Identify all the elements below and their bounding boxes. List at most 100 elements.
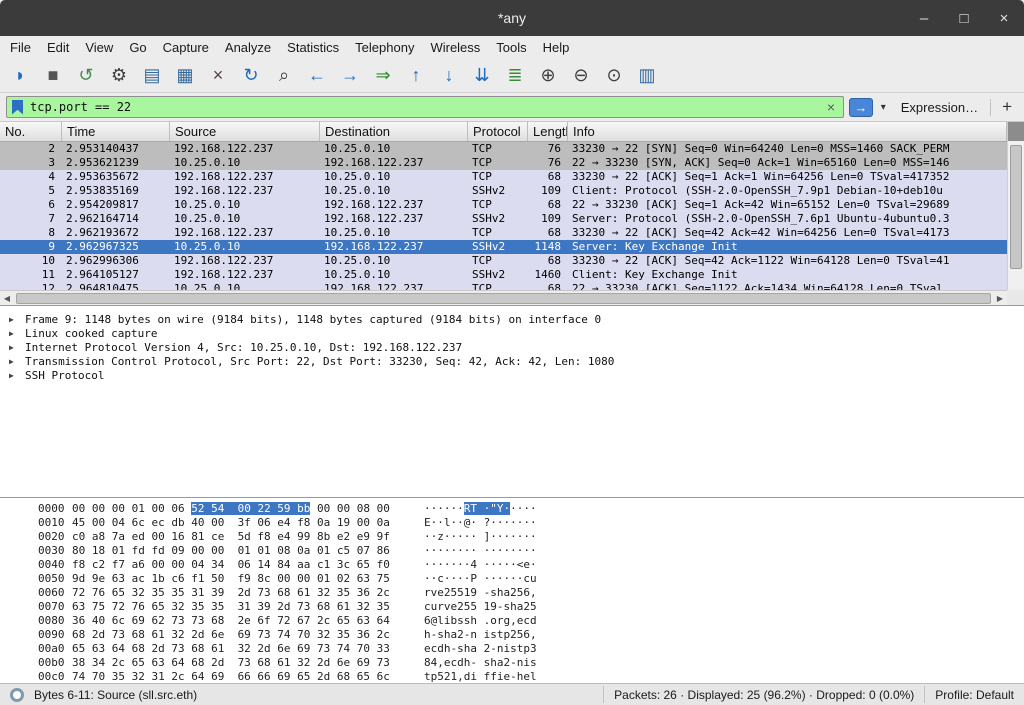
cell-length: 68	[528, 282, 568, 290]
expander-icon[interactable]: ▶	[9, 329, 19, 338]
hex-row[interactable]: 00509d 9e 63 ac 1b c6 f1 50 f9 8c 00 00 …	[0, 572, 1024, 586]
detail-row[interactable]: ▶Transmission Control Protocol, Src Port…	[0, 354, 1024, 368]
vertical-scrollbar-thumb[interactable]	[1010, 145, 1022, 269]
zoom-out-icon[interactable]: ⊖	[569, 63, 593, 87]
stop-capture-icon[interactable]: ■	[41, 63, 65, 87]
save-capture-file-icon[interactable]: ▦	[173, 63, 197, 87]
hex-row[interactable]: 007063 75 72 76 65 32 35 35 31 39 2d 73 …	[0, 600, 1024, 614]
menu-help[interactable]: Help	[535, 38, 578, 57]
packet-row[interactable]: 102.962996306192.168.122.23710.25.0.10TC…	[0, 254, 1007, 268]
column-header-source[interactable]: Source	[170, 122, 320, 141]
cell-time: 2.964105127	[62, 268, 170, 282]
menu-analyze[interactable]: Analyze	[217, 38, 279, 57]
hex-row[interactable]: 000000 00 00 01 00 06 52 54 00 22 59 bb …	[0, 502, 1024, 516]
close-capture-file-icon[interactable]: ×	[206, 63, 230, 87]
hex-row[interactable]: 003080 18 01 fd fd 09 00 00 01 01 08 0a …	[0, 544, 1024, 558]
column-header-length[interactable]: Length	[528, 122, 568, 141]
expert-info-icon[interactable]	[10, 688, 24, 702]
expander-icon[interactable]: ▶	[9, 343, 19, 352]
clear-filter-icon[interactable]: ×	[819, 99, 843, 115]
hex-row[interactable]: 00b038 34 2c 65 63 64 68 2d 73 68 61 32 …	[0, 656, 1024, 670]
go-forward-icon[interactable]: →	[338, 63, 362, 87]
capture-options-icon[interactable]: ⚙	[107, 63, 131, 87]
packet-row[interactable]: 122.96481047510.25.0.10192.168.122.237TC…	[0, 282, 1007, 290]
packet-row[interactable]: 22.953140437192.168.122.23710.25.0.10TCP…	[0, 142, 1007, 156]
cell-source: 10.25.0.10	[170, 156, 320, 170]
maximize-button[interactable]: □	[956, 10, 972, 27]
reload-capture-file-icon[interactable]: ↻	[239, 63, 263, 87]
menu-telephony[interactable]: Telephony	[347, 38, 422, 57]
bookmark-icon[interactable]	[12, 100, 23, 115]
zoom-in-icon[interactable]: ⊕	[536, 63, 560, 87]
menu-file[interactable]: File	[2, 38, 39, 57]
packet-list-vertical-scrollbar[interactable]	[1007, 122, 1024, 290]
packet-row[interactable]: 112.964105127192.168.122.23710.25.0.10SS…	[0, 268, 1007, 282]
expander-icon[interactable]: ▶	[9, 315, 19, 324]
menu-statistics[interactable]: Statistics	[279, 38, 347, 57]
detail-row[interactable]: ▶Internet Protocol Version 4, Src: 10.25…	[0, 340, 1024, 354]
hex-row[interactable]: 006072 76 65 32 35 35 31 39 2d 73 68 61 …	[0, 586, 1024, 600]
auto-scroll-icon[interactable]: ⇊	[470, 63, 494, 87]
hex-row[interactable]: 001045 00 04 6c ec db 40 00 3f 06 e4 f8 …	[0, 516, 1024, 530]
hex-bytes: 72 76 65 32 35 35 31 39 2d 73 68 61 32 3…	[72, 586, 424, 600]
open-capture-file-icon[interactable]: ▤	[140, 63, 164, 87]
profile-button[interactable]: Profile: Default	[935, 688, 1014, 702]
hex-row[interactable]: 0040f8 c2 f7 a6 00 00 04 34 06 14 84 aa …	[0, 558, 1024, 572]
add-filter-button[interactable]: +	[996, 97, 1018, 117]
column-header-time[interactable]: Time	[62, 122, 170, 141]
scroll-left-icon[interactable]: ◀	[0, 294, 14, 303]
expander-icon[interactable]: ▶	[9, 357, 19, 366]
column-header-protocol[interactable]: Protocol	[468, 122, 528, 141]
hex-row[interactable]: 0020c0 a8 7a ed 00 16 81 ce 5d f8 e4 99 …	[0, 530, 1024, 544]
go-to-packet-icon[interactable]: ⇒	[371, 63, 395, 87]
hex-offset: 0090	[38, 628, 72, 642]
menu-view[interactable]: View	[77, 38, 121, 57]
menu-edit[interactable]: Edit	[39, 38, 77, 57]
expander-icon[interactable]: ▶	[9, 371, 19, 380]
hex-row[interactable]: 00a065 63 64 68 2d 73 68 61 32 2d 6e 69 …	[0, 642, 1024, 656]
column-header-no[interactable]: No.	[0, 122, 62, 141]
minimize-button[interactable]: –	[916, 10, 932, 27]
packet-row[interactable]: 92.96296732510.25.0.10192.168.122.237SSH…	[0, 240, 1007, 254]
go-first-packet-icon[interactable]: ↑	[404, 63, 428, 87]
hex-seg: 68 2d 73 68 61 32 2d 6e 69 73 74 70 32 3…	[72, 628, 390, 641]
hex-ascii: ··c····P ······cu	[424, 572, 537, 585]
packet-row[interactable]: 42.953635672192.168.122.23710.25.0.10TCP…	[0, 170, 1007, 184]
menu-capture[interactable]: Capture	[155, 38, 217, 57]
detail-row[interactable]: ▶Linux cooked capture	[0, 326, 1024, 340]
close-button[interactable]: ×	[996, 10, 1012, 27]
detail-row[interactable]: ▶Frame 9: 1148 bytes on wire (9184 bits)…	[0, 312, 1024, 326]
packet-row[interactable]: 32.95362123910.25.0.10192.168.122.237TCP…	[0, 156, 1007, 170]
filter-history-dropdown-icon[interactable]: ▾	[878, 102, 889, 113]
packet-row[interactable]: 82.962193672192.168.122.23710.25.0.10TCP…	[0, 226, 1007, 240]
hex-row[interactable]: 008036 40 6c 69 62 73 73 68 2e 6f 72 67 …	[0, 614, 1024, 628]
resize-columns-icon[interactable]: ▥	[635, 63, 659, 87]
hex-seg: 74 70 35 32 31 2c 64 69 66 66 69 65 2d 6…	[72, 670, 390, 683]
scroll-right-icon[interactable]: ▶	[993, 294, 1007, 303]
display-filter-input[interactable]	[30, 100, 819, 114]
column-header-destination[interactable]: Destination	[320, 122, 468, 141]
go-last-packet-icon[interactable]: ↓	[437, 63, 461, 87]
hex-row[interactable]: 00c074 70 35 32 31 2c 64 69 66 66 69 65 …	[0, 670, 1024, 683]
detail-row[interactable]: ▶SSH Protocol	[0, 368, 1024, 382]
packet-row[interactable]: 72.96216471410.25.0.10192.168.122.237SSH…	[0, 212, 1007, 226]
column-header-info[interactable]: Info	[568, 122, 1007, 141]
menu-tools[interactable]: Tools	[488, 38, 534, 57]
expression-button[interactable]: Expression…	[894, 100, 985, 115]
find-packet-icon[interactable]: ⌕	[272, 63, 296, 87]
menu-go[interactable]: Go	[121, 38, 154, 57]
start-capture-icon[interactable]: ◗	[8, 63, 32, 87]
apply-filter-button[interactable]: →	[849, 98, 873, 117]
packet-list-horizontal-scrollbar[interactable]: ◀ ▶	[0, 290, 1007, 305]
display-filter-field[interactable]: ×	[6, 96, 844, 118]
menu-wireless[interactable]: Wireless	[422, 38, 488, 57]
go-back-icon[interactable]: ←	[305, 63, 329, 87]
colorize-packets-icon[interactable]: ≣	[503, 63, 527, 87]
restart-capture-icon[interactable]: ↺	[74, 63, 98, 87]
zoom-reset-icon[interactable]: ⊙	[602, 63, 626, 87]
hex-row[interactable]: 009068 2d 73 68 61 32 2d 6e 69 73 74 70 …	[0, 628, 1024, 642]
horizontal-scrollbar-thumb[interactable]	[16, 293, 991, 304]
packet-row[interactable]: 62.95420981710.25.0.10192.168.122.237TCP…	[0, 198, 1007, 212]
hex-ascii: 6@libssh .org,ecd	[424, 614, 537, 627]
packet-row[interactable]: 52.953835169192.168.122.23710.25.0.10SSH…	[0, 184, 1007, 198]
